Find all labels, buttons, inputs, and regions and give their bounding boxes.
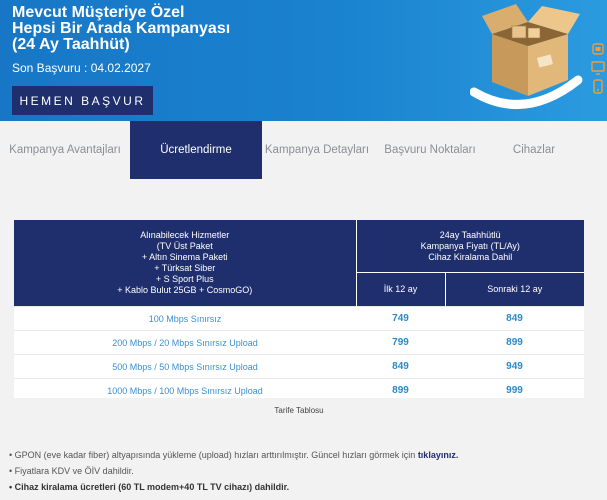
tv-icon [591,61,605,75]
campaign-header-line: Cihaz Kiralama Dahil [428,251,513,262]
first-price-cell: 799 [356,330,445,355]
campaign-tabs: Kampanya Avantajları Ücretlendirme Kampa… [0,121,607,179]
campaign-price-header: 24ay Taahhütlü Kampanya Fiyatı (TL/Ay) C… [356,220,584,273]
first-period-header: İlk 12 ay [356,272,446,307]
tab-application-points[interactable]: Başvuru Noktaları [378,121,482,179]
campaign-header-line: 24ay Taahhütlü [439,229,501,240]
table-row: 1000 Mbps / 100 Mbps Sınırsız Upload 899… [14,378,584,402]
banner-title-line: (24 Ay Taahhüt) [12,36,130,53]
apply-now-button[interactable]: HEMEN BAŞVUR [12,86,153,115]
table-row: 200 Mbps / 20 Mbps Sınırsız Upload 799 8… [14,330,584,355]
services-header-line: + Türksat Siber [154,263,216,273]
campaign-banner: Mevcut Müşteriye Özel Hepsi Bir Arada Ka… [0,0,607,121]
table-row: 100 Mbps Sınırsız 749 849 [14,306,584,331]
next-price-cell: 949 [445,354,584,379]
next-price-cell: 999 [445,378,584,402]
services-header-line: (TV Üst Paket [156,241,213,251]
speed-cell: 1000 Mbps / 100 Mbps Sınırsız Upload [14,378,356,402]
tab-campaign-details[interactable]: Kampanya Detayları [262,121,372,179]
services-header-line: Alınabilecek Hizmetler [140,230,230,240]
internet-icon [592,43,604,55]
next-price-cell: 899 [445,330,584,355]
application-deadline: Son Başvuru : 04.02.2027 [12,61,151,75]
first-price-cell: 899 [356,378,445,402]
box-illustration [470,4,605,109]
services-header-line: + Kablo Bulut 25GB + CosmoGO) [117,285,253,295]
services-header-line: + S Sport Plus [155,274,214,284]
click-here-link[interactable]: tıklayınız. [418,450,459,460]
tariff-table-caption: Tarife Tablosu [274,406,324,415]
next-period-header: Sonraki 12 ay [445,272,584,307]
tab-pricing[interactable]: Ücretlendirme [130,121,262,179]
services-header: Alınabilecek Hizmetler (TV Üst Paket + A… [14,220,357,307]
banner-title-line: Mevcut Müşteriye Özel [12,4,185,21]
tax-note: Fiyatlara KDV ve ÖİV dahildir. [9,465,458,481]
first-price-cell: 849 [356,354,445,379]
gpon-note-text: GPON (eve kadar fiber) altyapısında yükl… [14,450,418,460]
campaign-notes: GPON (eve kadar fiber) altyapısında yükl… [9,449,459,497]
banner-title-line: Hepsi Bir Arada Kampanyası [12,20,231,37]
first-price-cell: 749 [356,306,445,331]
speed-cell: 500 Mbps / 50 Mbps Sınırsız Upload [14,354,356,379]
speed-cell: 200 Mbps / 20 Mbps Sınırsız Upload [14,330,356,355]
tab-devices[interactable]: Cihazlar [498,121,570,179]
device-rental-note: Cihaz kiralama ücretleri (60 TL modem+40… [9,481,458,497]
tab-campaign-advantages[interactable]: Kampanya Avantajları [0,121,130,179]
campaign-header-line: Kampanya Fiyatı (TL/Ay) [420,240,520,251]
package-icon [527,27,541,39]
table-row: 500 Mbps / 50 Mbps Sınırsız Upload 849 9… [14,354,584,379]
pricing-table-container: Alınabilecek Hizmetler (TV Üst Paket + A… [14,220,584,402]
services-header-line: + Altın Sinema Paketi [141,252,228,262]
next-price-cell: 849 [445,306,584,331]
speed-cell: 100 Mbps Sınırsız [14,306,356,331]
package-icon [511,25,527,39]
phone-icon [593,79,603,94]
gpon-note: GPON (eve kadar fiber) altyapısında yükl… [9,449,459,465]
banner-title: Mevcut Müşteriye Özel Hepsi Bir Arada Ka… [12,5,230,53]
pricing-table: Alınabilecek Hizmetler (TV Üst Paket + A… [14,220,584,402]
